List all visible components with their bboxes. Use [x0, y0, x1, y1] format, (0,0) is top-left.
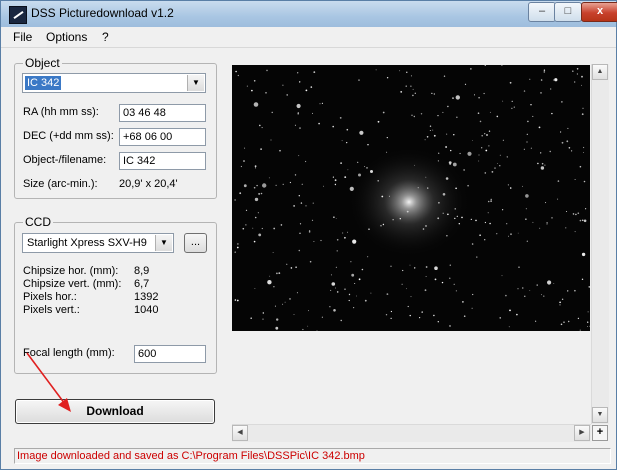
chipsize-vert-value: 6,7 [134, 278, 150, 290]
pixels-hor-value: 1392 [134, 291, 159, 303]
dec-input[interactable]: +68 06 00 [119, 128, 206, 146]
ra-label: RA (hh mm ss): [23, 106, 99, 118]
size-label: Size (arc-min.): [23, 178, 98, 190]
pixels-vert-label: Pixels vert.: [23, 304, 80, 316]
close-button[interactable]: x [581, 2, 617, 22]
menu-help[interactable]: ? [102, 30, 109, 44]
focal-length-label: Focal length (mm): [23, 347, 115, 359]
arrow-left-icon[interactable]: ◀ [232, 425, 248, 441]
pixels-hor-label: Pixels hor.: [23, 291, 77, 303]
title-bar[interactable]: DSS Picturedownload v1.2 – □ x [1, 1, 617, 27]
chevron-down-icon[interactable]: ▼ [155, 235, 172, 251]
window-title: DSS Picturedownload v1.2 [31, 6, 174, 20]
size-value: 20,9' x 20,4' [119, 178, 178, 190]
filename-input[interactable]: IC 342 [119, 152, 206, 170]
galaxy-ic342-image [232, 65, 590, 331]
object-select-value: IC 342 [25, 76, 62, 90]
focal-length-input[interactable]: 600 [134, 345, 206, 363]
vertical-scrollbar[interactable]: ▲ ▼ [591, 64, 609, 424]
horizontal-scrollbar[interactable]: ◀ ▶ [232, 424, 591, 442]
dss-image-view[interactable] [232, 65, 590, 331]
ccd-browse-button[interactable]: ... [184, 233, 207, 253]
chipsize-hor-label: Chipsize hor. (mm): [23, 265, 119, 277]
arrow-up-icon[interactable]: ▲ [592, 64, 608, 80]
pixels-vert-value: 1040 [134, 304, 159, 316]
plus-icon[interactable]: + [592, 425, 608, 441]
arrow-right-icon[interactable]: ▶ [574, 425, 590, 441]
dec-label: DEC (+dd mm ss): [23, 130, 114, 142]
menu-file[interactable]: File [13, 30, 32, 44]
menu-options[interactable]: Options [46, 30, 87, 44]
maximize-button[interactable]: □ [554, 2, 582, 22]
download-button[interactable]: Download [15, 399, 215, 424]
chipsize-vert-label: Chipsize vert. (mm): [23, 278, 122, 290]
minimize-button[interactable]: – [528, 2, 556, 22]
menu-bar: File Options ? [1, 27, 616, 48]
chevron-down-icon[interactable]: ▼ [187, 75, 204, 91]
ccd-group-legend: CCD [23, 215, 53, 229]
chipsize-hor-value: 8,9 [134, 265, 150, 277]
ra-input[interactable]: 03 46 48 [119, 104, 206, 122]
ccd-select-value: Starlight Xpress SXV-H9 [27, 237, 147, 249]
object-group-legend: Object [23, 56, 62, 70]
app-window: DSS Picturedownload v1.2 – □ x File Opti… [0, 0, 617, 470]
dss-app-icon[interactable] [9, 6, 27, 24]
filename-label: Object-/filename: [23, 154, 107, 166]
ccd-select[interactable]: Starlight Xpress SXV-H9 ▼ [22, 233, 174, 253]
object-select[interactable]: IC 342 ▼ [22, 73, 206, 93]
arrow-down-icon[interactable]: ▼ [592, 407, 608, 423]
status-bar: Image downloaded and saved as C:\Program… [14, 448, 611, 464]
